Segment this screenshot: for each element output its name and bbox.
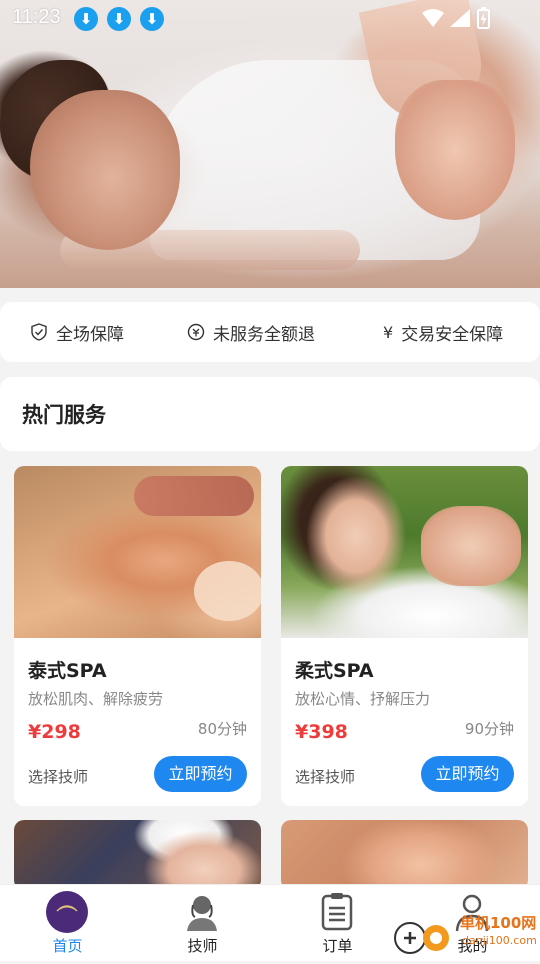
choose-technician-link[interactable]: 选择技师 bbox=[28, 766, 88, 787]
guarantee-item: 全场保障 bbox=[30, 302, 124, 362]
nav-item-technician[interactable]: 技师 bbox=[135, 885, 270, 961]
status-right-icons bbox=[422, 7, 490, 29]
nav-label: 订单 bbox=[322, 937, 353, 955]
photo-towel bbox=[194, 561, 261, 621]
service-card[interactable] bbox=[14, 820, 261, 890]
nav-item-orders[interactable]: 订单 bbox=[270, 885, 405, 961]
photo-sleeve bbox=[134, 476, 254, 516]
service-desc: 放松肌肉、解除疲劳 bbox=[28, 690, 164, 708]
service-photo[interactable] bbox=[14, 820, 261, 890]
nav-label: 首页 bbox=[52, 937, 83, 955]
watermark-url: danji100.com bbox=[462, 934, 537, 947]
book-now-button[interactable]: 立即预约 bbox=[154, 756, 247, 792]
service-photo[interactable] bbox=[14, 466, 261, 638]
home-logo-icon bbox=[46, 891, 88, 933]
technician-icon bbox=[181, 891, 223, 933]
service-card[interactable]: 泰式SPA 放松肌肉、解除疲劳 ¥298 80分钟 选择技师 立即预约 bbox=[14, 466, 261, 806]
refund-icon bbox=[187, 323, 205, 341]
shield-check-icon bbox=[30, 323, 48, 341]
hot-services-header: 热门服务 bbox=[0, 377, 540, 451]
guarantee-label: 交易安全保障 bbox=[401, 324, 504, 345]
book-now-button[interactable]: 立即预约 bbox=[421, 756, 514, 792]
nav-item-home[interactable]: 首页 bbox=[0, 885, 135, 961]
watermark: 单机100网 danji100.com bbox=[390, 912, 540, 960]
service-price: ¥298 bbox=[28, 721, 81, 743]
choose-technician-link[interactable]: 选择技师 bbox=[295, 766, 355, 787]
battery-charging-icon bbox=[477, 7, 490, 29]
service-card[interactable] bbox=[281, 820, 528, 890]
download-icon: ⬇ bbox=[107, 7, 131, 31]
service-name: 柔式SPA bbox=[295, 660, 374, 682]
status-bar: 11:23 ⬇ ⬇ ⬇ bbox=[0, 0, 540, 36]
service-name: 泰式SPA bbox=[28, 660, 107, 682]
hero-hands bbox=[395, 80, 515, 220]
signal-icon bbox=[450, 9, 470, 27]
service-photo[interactable] bbox=[281, 466, 528, 638]
wifi-icon bbox=[422, 9, 444, 27]
service-price: ¥398 bbox=[295, 721, 348, 743]
service-duration: 90分钟 bbox=[464, 720, 514, 738]
status-time: 11:23 bbox=[12, 6, 61, 28]
download-icon: ⬇ bbox=[140, 7, 164, 31]
order-icon bbox=[316, 891, 358, 933]
watermark-text: 单机100网 bbox=[460, 914, 537, 932]
photo-hands bbox=[421, 506, 521, 586]
service-duration: 80分钟 bbox=[197, 720, 247, 738]
hero-face bbox=[30, 90, 180, 250]
guarantee-item: 未服务全额退 bbox=[187, 302, 315, 362]
section-title: 热门服务 bbox=[22, 403, 106, 427]
service-desc: 放松心情、抒解压力 bbox=[295, 690, 431, 708]
guarantee-label: 未服务全额退 bbox=[213, 324, 315, 345]
guarantee-label: 全场保障 bbox=[56, 324, 124, 345]
download-icon: ⬇ bbox=[74, 7, 98, 31]
guarantee-bar: 全场保障 未服务全额退 ¥ 交易安全保障 bbox=[0, 302, 540, 362]
hero-banner-image[interactable] bbox=[0, 0, 540, 288]
nav-label: 技师 bbox=[187, 937, 218, 955]
yen-icon: ¥ bbox=[383, 322, 394, 342]
guarantee-item: ¥ 交易安全保障 bbox=[383, 302, 503, 362]
service-photo[interactable] bbox=[281, 820, 528, 890]
service-card[interactable]: 柔式SPA 放松心情、抒解压力 ¥398 90分钟 选择技师 立即预约 bbox=[281, 466, 528, 806]
